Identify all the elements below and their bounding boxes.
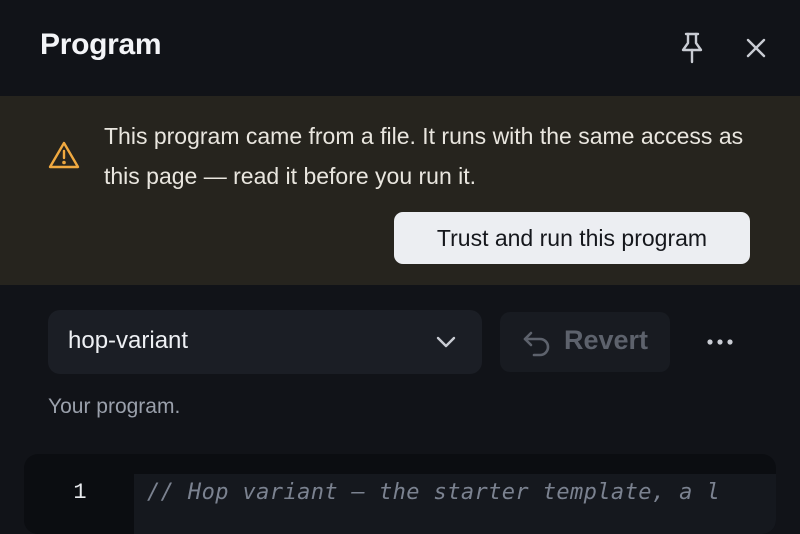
code-editor[interactable]: 1 // Hop variant — the starter template,… [24, 454, 776, 534]
code-line[interactable]: // Hop variant — the starter template, a… [147, 480, 720, 505]
dialog-header: Program [0, 0, 800, 96]
dialog-title: Program [40, 28, 162, 61]
program-select-value: hop-variant [68, 327, 189, 354]
revert-label: Revert [564, 325, 649, 355]
pin-icon [681, 32, 703, 64]
more-horizontal-icon [707, 339, 733, 345]
undo-icon [523, 331, 550, 357]
chevron-down-icon [436, 336, 456, 348]
program-select[interactable]: hop-variant [48, 310, 482, 374]
close-button[interactable] [736, 28, 776, 68]
program-hint: Your program. [48, 395, 181, 418]
line-number: 1 [73, 480, 87, 505]
more-options-button[interactable] [694, 322, 746, 362]
close-icon [746, 38, 766, 58]
trust-and-run-button[interactable]: Trust and run this program [394, 212, 750, 264]
pin-button[interactable] [672, 28, 712, 68]
warning-message: This program came from a file. It runs w… [104, 123, 744, 189]
warning-triangle-icon [48, 141, 80, 169]
